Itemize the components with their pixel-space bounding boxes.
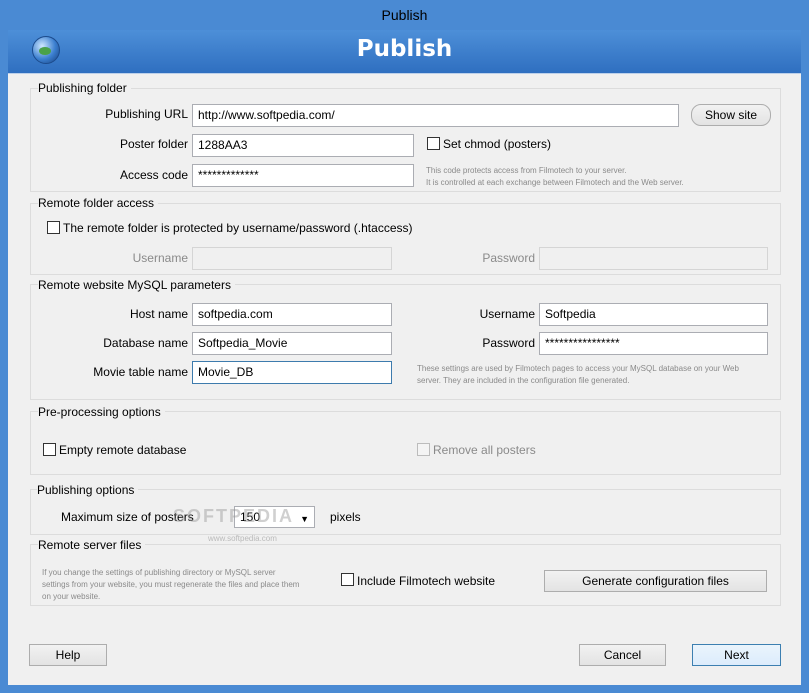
remove-posters-checkbox bbox=[417, 443, 430, 456]
remote-folder-title: Remote folder access bbox=[38, 196, 159, 210]
database-name-input[interactable]: Softpedia_Movie bbox=[192, 332, 392, 355]
publishing-url-input[interactable]: http://www.softpedia.com/ bbox=[192, 104, 679, 127]
pixels-label: pixels bbox=[330, 510, 361, 524]
remove-posters-label: Remove all posters bbox=[433, 443, 536, 457]
mysql-username-input[interactable]: Softpedia bbox=[539, 303, 768, 326]
remote-files-note-line3: on your website. bbox=[42, 592, 101, 601]
mysql-password-input[interactable]: **************** bbox=[539, 332, 768, 355]
window-title: Publish bbox=[381, 7, 428, 23]
remote-password-input bbox=[539, 247, 768, 270]
banner-title: Publish bbox=[356, 36, 453, 62]
remote-files-note-line2: settings from your website, you must reg… bbox=[42, 580, 300, 589]
next-button[interactable]: Next bbox=[692, 644, 781, 666]
poster-folder-label: Poster folder bbox=[119, 137, 188, 151]
movie-table-label: Movie table name bbox=[93, 365, 188, 379]
host-name-label: Host name bbox=[129, 307, 188, 321]
header-banner: Publish bbox=[8, 30, 801, 74]
remote-files-note-line1: If you change the settings of publishing… bbox=[42, 568, 276, 577]
access-code-note-line1: This code protects access from Filmotech… bbox=[426, 166, 627, 175]
movie-table-input[interactable]: Movie_DB bbox=[192, 361, 392, 384]
softpedia-watermark-url: www.softpedia.com bbox=[208, 534, 277, 543]
chevron-down-icon: ▼ bbox=[300, 514, 309, 524]
mysql-note-line2: server. They are included in the configu… bbox=[417, 376, 630, 385]
include-website-checkbox[interactable] bbox=[341, 573, 354, 586]
window-frame-bottom bbox=[0, 685, 809, 693]
set-chmod-label: Set chmod (posters) bbox=[443, 137, 552, 151]
remote-username-input bbox=[192, 247, 392, 270]
publishing-folder-title: Publishing folder bbox=[38, 81, 131, 95]
window-titlebar[interactable]: Publish bbox=[0, 0, 809, 30]
include-website-label: Include Filmotech website bbox=[357, 574, 496, 588]
window-frame-right bbox=[801, 30, 809, 693]
remote-username-label: Username bbox=[132, 251, 188, 265]
mysql-title: Remote website MySQL parameters bbox=[38, 278, 235, 292]
dialog-client: Publish Publishing folder Publishing URL… bbox=[8, 30, 801, 685]
mysql-note-line1: These settings are used by Filmotech pag… bbox=[417, 364, 739, 373]
access-code-label: Access code bbox=[119, 168, 188, 182]
remote-password-label: Password bbox=[482, 251, 535, 265]
database-name-label: Database name bbox=[103, 336, 188, 350]
htaccess-checkbox[interactable] bbox=[47, 221, 60, 234]
generate-config-button[interactable]: Generate configuration files bbox=[544, 570, 767, 592]
htaccess-label: The remote folder is protected by userna… bbox=[63, 221, 413, 235]
help-button[interactable]: Help bbox=[29, 644, 107, 666]
access-code-input[interactable]: ************* bbox=[192, 164, 414, 187]
empty-database-label: Empty remote database bbox=[59, 443, 187, 457]
mysql-username-label: Username bbox=[479, 307, 535, 321]
mysql-password-label: Password bbox=[482, 336, 535, 350]
poster-folder-input[interactable]: 1288AA3 bbox=[192, 134, 414, 157]
softpedia-watermark: SOFTPEDIA bbox=[173, 506, 295, 526]
set-chmod-checkbox[interactable] bbox=[427, 137, 440, 150]
preprocessing-title: Pre-processing options bbox=[38, 405, 165, 419]
window-frame-left bbox=[0, 30, 8, 693]
remote-server-files-title: Remote server files bbox=[38, 538, 146, 552]
empty-database-checkbox[interactable] bbox=[43, 443, 56, 456]
show-site-button[interactable]: Show site bbox=[691, 104, 771, 126]
cancel-button[interactable]: Cancel bbox=[579, 644, 666, 666]
host-name-input[interactable]: softpedia.com bbox=[192, 303, 392, 326]
publishing-url-label: Publishing URL bbox=[105, 107, 188, 121]
publishing-options-title: Publishing options bbox=[37, 483, 139, 497]
access-code-note-line2: It is controlled at each exchange betwee… bbox=[426, 178, 684, 187]
